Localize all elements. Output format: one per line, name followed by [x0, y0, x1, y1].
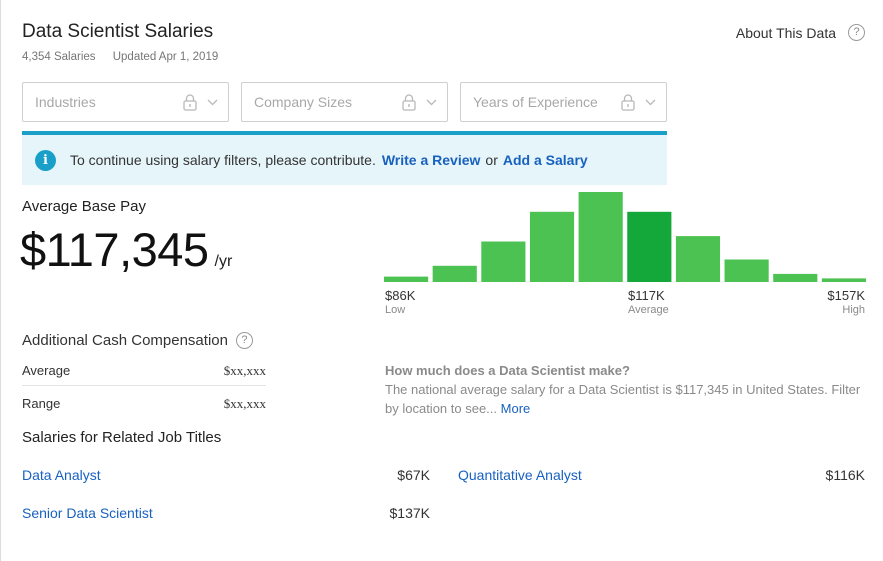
faq-answer: The national average salary for a Data S… [385, 382, 861, 416]
add-salary-link[interactable]: Add a Salary [503, 152, 588, 168]
related-job-quantitative-analyst: Quantitative Analyst [458, 467, 582, 483]
histogram-bar [481, 241, 526, 282]
histogram-bar [675, 236, 721, 282]
help-icon[interactable]: ? [848, 24, 865, 41]
panel-left-border [0, 0, 1, 561]
salary-faq: How much does a Data Scientist make? The… [385, 361, 865, 418]
filter-bar: Industries Company Sizes Years of Experi… [22, 82, 667, 122]
salary-meta: 4,354 Salaries Updated Apr 1, 2019 [22, 51, 218, 63]
related-job-link[interactable]: Senior Data Scientist [22, 505, 153, 521]
additional-cash-title: Additional Cash Compensation ? [22, 332, 253, 349]
low-value: $86K [385, 288, 416, 303]
histogram-high: $157K High [827, 288, 865, 316]
histogram-low: $86K Low [385, 288, 415, 316]
filter-industries[interactable]: Industries [22, 82, 229, 122]
divider [22, 385, 266, 386]
chevron-down-icon [426, 99, 437, 105]
base-pay-amount: $117,345 [20, 223, 209, 276]
histogram-bar [724, 259, 769, 282]
filter-years-of-experience[interactable]: Years of Experience [460, 82, 667, 122]
related-job-senior-data-scientist: Senior Data Scientist [22, 505, 153, 521]
histogram-bar [821, 278, 866, 282]
chevron-down-icon [207, 99, 218, 105]
row-value: $xx,xxx [223, 396, 266, 411]
related-job-salary: $67K [397, 467, 430, 483]
more-link[interactable]: More [501, 401, 531, 416]
chevron-down-icon [645, 99, 656, 105]
histogram-bar [529, 211, 575, 282]
write-review-link[interactable]: Write a Review [382, 152, 481, 168]
filter-label: Years of Experience [473, 94, 598, 110]
lock-icon [402, 93, 416, 111]
faq-question: How much does a Data Scientist make? [385, 363, 630, 378]
average-base-pay-label: Average Base Pay [22, 198, 146, 215]
average-base-pay: $117,345/yr [20, 222, 232, 277]
high-label: High [842, 304, 865, 316]
additional-cash-range-row: Range $xx,xxx [22, 396, 266, 412]
filter-label: Company Sizes [254, 94, 353, 110]
row-label: Range [22, 396, 61, 411]
base-pay-unit: /yr [214, 253, 233, 270]
salary-count: 4,354 Salaries [22, 51, 96, 63]
info-icon: i [35, 149, 56, 171]
histogram-labels: $86K Low $117K Average $157K High [385, 288, 865, 320]
salary-histogram [384, 192, 866, 282]
related-job-salary: $137K [389, 505, 430, 521]
about-label: About This Data [735, 24, 836, 41]
row-value: $xx,xxx [223, 363, 266, 378]
average-label: Average [628, 304, 669, 316]
related-job-data-analyst: Data Analyst [22, 467, 101, 483]
high-value: $157K [827, 288, 865, 303]
row-label: Average [22, 363, 71, 378]
low-label: Low [385, 304, 406, 316]
histogram-average: $117K Average [628, 288, 669, 316]
histogram-bar [432, 265, 477, 282]
histogram-bar [773, 273, 818, 282]
related-job-link[interactable]: Data Analyst [22, 467, 101, 483]
help-icon[interactable]: ? [235, 332, 253, 349]
histogram-bar [384, 276, 429, 282]
additional-cash-average-row: Average $xx,xxx [22, 363, 266, 379]
contribute-banner: i To continue using salary filters, plea… [22, 131, 667, 185]
lock-icon [183, 93, 197, 111]
lock-icon [621, 93, 635, 111]
banner-text: To continue using salary filters, please… [70, 152, 376, 168]
related-titles-heading: Salaries for Related Job Titles [22, 429, 222, 446]
related-job-link[interactable]: Quantitative Analyst [458, 467, 582, 483]
filter-label: Industries [35, 94, 96, 110]
filter-company-sizes[interactable]: Company Sizes [241, 82, 448, 122]
updated-date: Updated Apr 1, 2019 [112, 51, 219, 63]
additional-cash-label: Additional Cash Compensation [22, 332, 228, 349]
histogram-bar [627, 211, 672, 282]
histogram-bar [578, 192, 623, 282]
page-title: Data Scientist Salaries [22, 21, 214, 42]
related-job-salary: $116K [825, 467, 865, 483]
average-value: $117K [628, 288, 665, 303]
banner-or: or [485, 152, 498, 168]
about-this-data-link[interactable]: About This Data ? [736, 24, 865, 41]
